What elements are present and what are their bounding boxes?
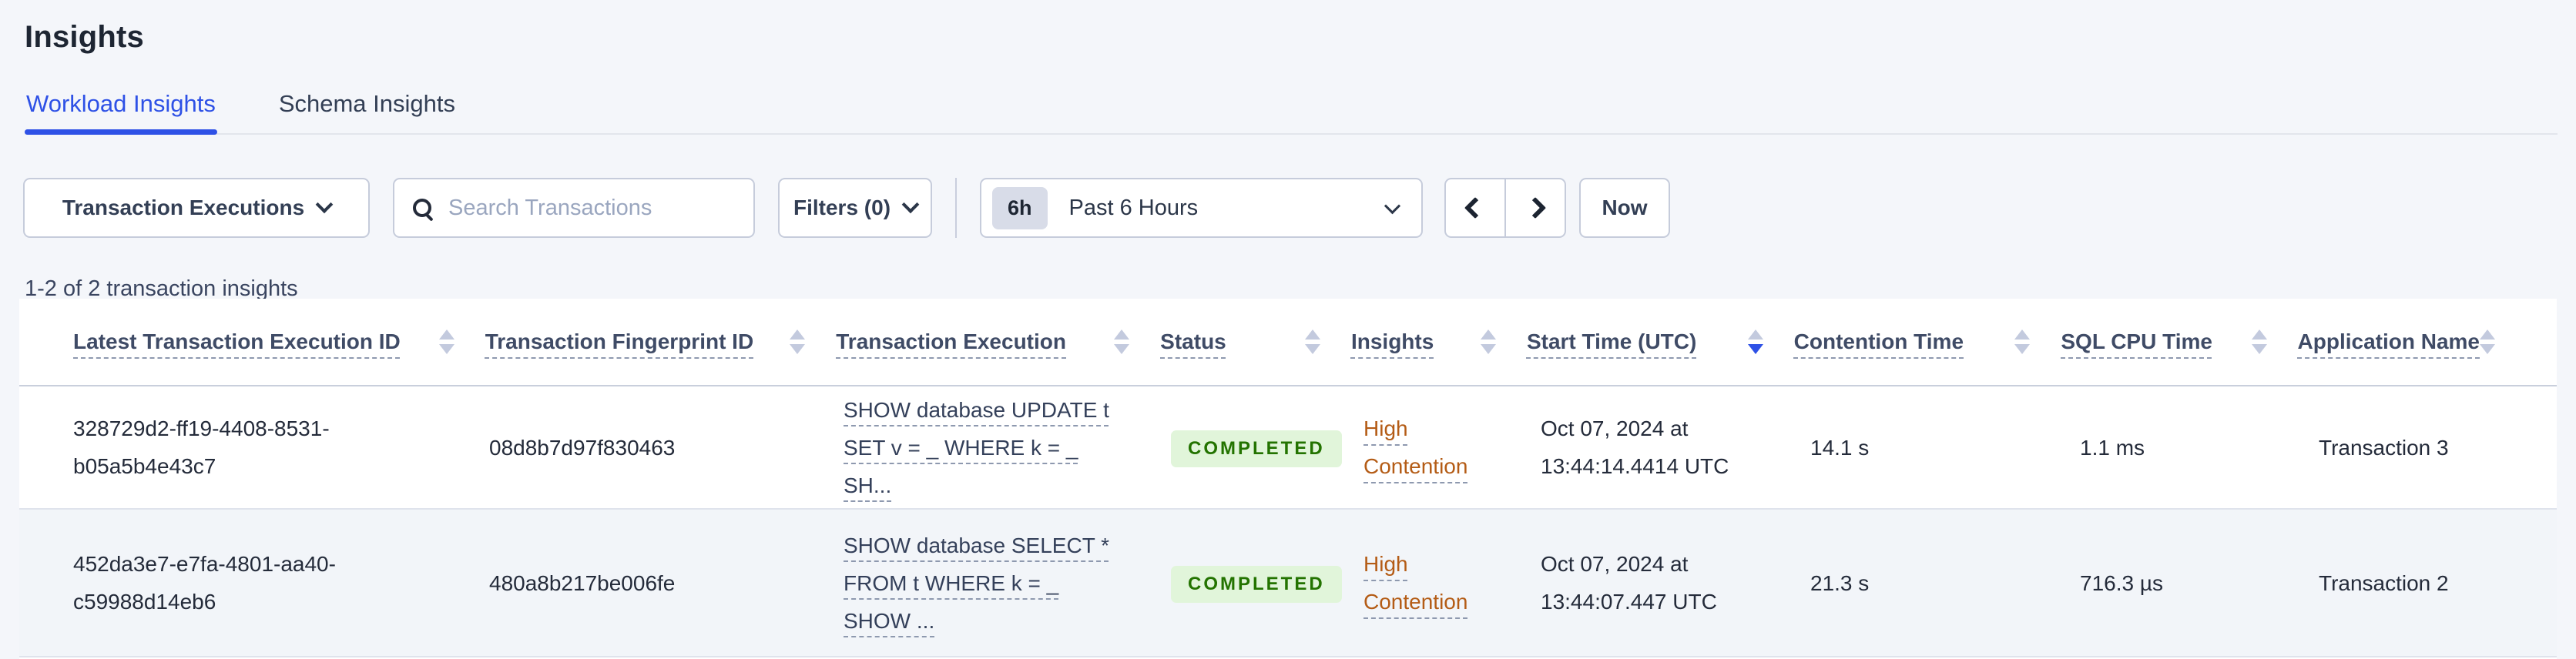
sort-icon[interactable]: [790, 329, 806, 354]
column-header-sql-cpu-time[interactable]: SQL CPU Time: [2061, 328, 2297, 356]
column-header-start-time[interactable]: Start Time (UTC): [1527, 328, 1794, 356]
now-label: Now: [1602, 196, 1648, 219]
start-time: Oct 07, 2024 at 13:44:14.4414 UTC: [1541, 416, 1729, 478]
time-range-pager: [1444, 178, 1566, 238]
search-icon: [413, 199, 431, 217]
insight-link[interactable]: High Contention: [1363, 416, 1467, 478]
insight-type-label: Transaction Executions: [62, 196, 305, 219]
insights-table-card: Latest Transaction Execution ID Transact…: [19, 299, 2557, 659]
transaction-execution-cell: SHOW database UPDATE t SET v = _ WHERE k…: [844, 391, 1171, 504]
previous-time-window-button[interactable]: [1444, 178, 1505, 238]
insights-cell: High Contention: [1363, 545, 1541, 621]
transaction-execution-link[interactable]: SHOW database UPDATE t SET v = _ WHERE k…: [844, 398, 1109, 497]
column-header-transaction-fingerprint-id[interactable]: Transaction Fingerprint ID: [485, 328, 837, 356]
transaction-execution-cell: SHOW database SELECT * FROM t WHERE k = …: [844, 527, 1171, 640]
sort-icon[interactable]: [1747, 329, 1763, 354]
sort-icon[interactable]: [2251, 329, 2267, 354]
transaction-fingerprint-id: 480a8b217be006fe: [489, 570, 676, 595]
status-cell: COMPLETED: [1171, 564, 1363, 603]
status-badge: COMPLETED: [1171, 430, 1342, 467]
sort-icon[interactable]: [438, 329, 454, 354]
page-title: Insights: [25, 20, 144, 54]
status-badge: COMPLETED: [1171, 565, 1342, 603]
toolbar-divider: [955, 178, 957, 238]
next-time-window-button[interactable]: [1505, 178, 1566, 238]
arrow-left-icon: [1464, 196, 1487, 219]
insights-page: Insights Workload Insights Schema Insigh…: [0, 0, 2576, 659]
status-cell: COMPLETED: [1171, 428, 1363, 467]
filters-dropdown[interactable]: Filters (0): [778, 178, 932, 238]
application-name: Transaction 2: [2319, 570, 2449, 595]
chevron-down-icon: [901, 196, 920, 214]
sql-cpu-time: 1.1 ms: [2080, 435, 2145, 460]
chevron-down-icon: [1384, 197, 1401, 214]
contention-time: 21.3 s: [1810, 570, 1870, 595]
insights-cell: High Contention: [1363, 410, 1541, 485]
column-header-latest-transaction-execution-id[interactable]: Latest Transaction Execution ID: [73, 328, 485, 356]
column-header-application-name[interactable]: Application Name: [2298, 328, 2526, 356]
toolbar: Transaction Executions Filters (0) 6h Pa…: [23, 178, 2576, 238]
search-input[interactable]: [448, 195, 739, 221]
insight-link[interactable]: High Contention: [1363, 552, 1467, 614]
time-range-label: Past 6 Hours: [1068, 195, 1199, 220]
column-header-contention-time[interactable]: Contention Time: [1794, 328, 2061, 356]
arrow-right-icon: [1524, 196, 1547, 219]
column-header-status[interactable]: Status: [1160, 328, 1351, 356]
time-range-dropdown[interactable]: 6h Past 6 Hours: [980, 178, 1423, 238]
transaction-execution-link[interactable]: SHOW database SELECT * FROM t WHERE k = …: [844, 534, 1109, 633]
sort-icon[interactable]: [2014, 329, 2031, 354]
insight-type-dropdown[interactable]: Transaction Executions: [23, 178, 370, 238]
tab-bar: Workload Insights Schema Insights: [25, 90, 2558, 135]
search-box[interactable]: [393, 178, 755, 238]
sort-icon[interactable]: [1480, 329, 1496, 354]
sort-icon[interactable]: [1114, 329, 1130, 354]
table-header-row: Latest Transaction Execution ID Transact…: [19, 299, 2557, 386]
latest-transaction-execution-id: 328729d2-ff19-4408-8531-b05a5b4e43c7: [73, 416, 330, 478]
transaction-fingerprint-id: 08d8b7d97f830463: [489, 435, 676, 460]
application-name: Transaction 3: [2319, 435, 2449, 460]
table-row: 328729d2-ff19-4408-8531-b05a5b4e43c7 08d…: [19, 386, 2557, 510]
tab-schema-insights[interactable]: Schema Insights: [277, 90, 457, 133]
tab-workload-insights[interactable]: Workload Insights: [25, 90, 217, 135]
now-button[interactable]: Now: [1579, 178, 1670, 238]
sql-cpu-time: 716.3 µs: [2080, 570, 2163, 595]
column-header-insights[interactable]: Insights: [1351, 328, 1527, 356]
sort-icon[interactable]: [1304, 329, 1320, 354]
contention-time: 14.1 s: [1810, 435, 1870, 460]
sort-icon[interactable]: [2480, 329, 2495, 354]
start-time: Oct 07, 2024 at 13:44:07.447 UTC: [1541, 552, 1717, 614]
time-range-badge: 6h: [992, 186, 1048, 229]
table-row: 452da3e7-e7fa-4801-aa40-c59988d14eb6 480…: [19, 510, 2557, 657]
latest-transaction-execution-id: 452da3e7-e7fa-4801-aa40-c59988d14eb6: [73, 552, 336, 614]
chevron-down-icon: [315, 196, 334, 214]
column-header-transaction-execution[interactable]: Transaction Execution: [836, 328, 1160, 356]
filters-label: Filters (0): [793, 196, 891, 219]
